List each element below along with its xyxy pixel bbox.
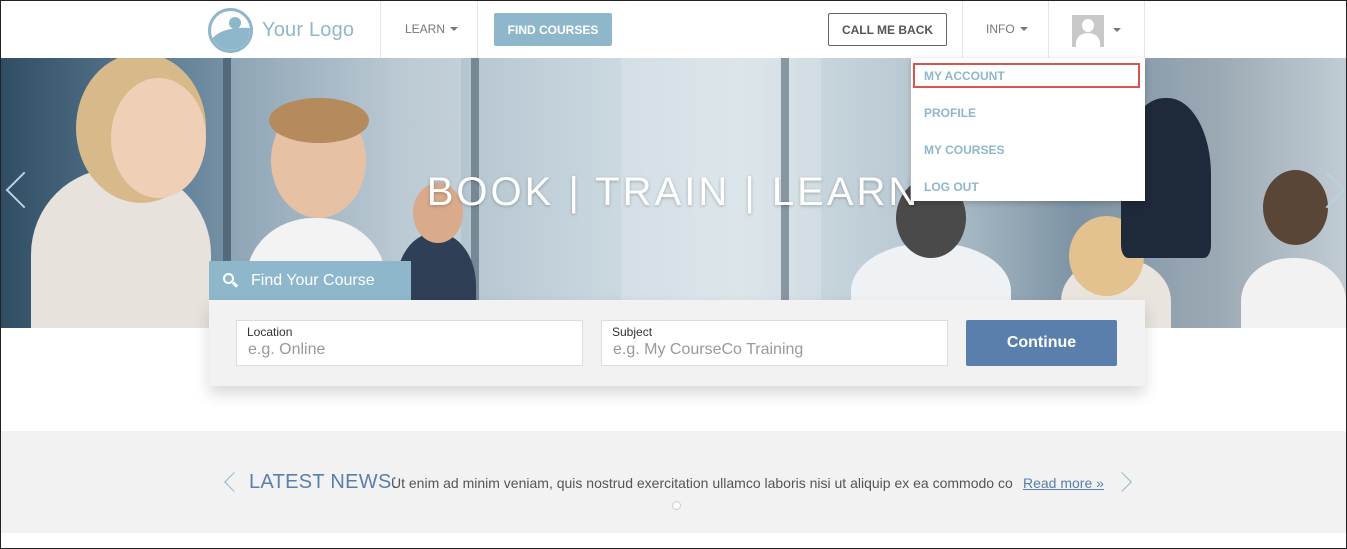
menu-item-log-out[interactable]: LOG OUT bbox=[924, 180, 979, 194]
avatar-icon bbox=[1072, 15, 1104, 47]
location-label: Location bbox=[247, 325, 293, 339]
logo-icon bbox=[208, 8, 253, 53]
find-courses-button[interactable]: FIND COURSES bbox=[494, 13, 612, 46]
chevron-left-icon[interactable] bbox=[224, 472, 244, 492]
latest-news-text: Ut enim ad minim veniam, quis nostrud ex… bbox=[391, 475, 1013, 491]
hero-person-hair bbox=[269, 98, 369, 143]
nav-learn-dropdown[interactable]: LEARN bbox=[405, 22, 459, 36]
nav-info-dropdown[interactable]: INFO bbox=[986, 22, 1028, 36]
menu-item-profile[interactable]: PROFILE bbox=[924, 106, 976, 120]
top-navbar: Your Logo LEARN FIND COURSES CALL ME BAC… bbox=[1, 1, 1346, 58]
find-course-tab-label: Find Your Course bbox=[251, 271, 375, 289]
call-me-back-button[interactable]: CALL ME BACK bbox=[828, 13, 947, 46]
location-placeholder: e.g. Online bbox=[248, 341, 326, 358]
chevron-down-icon bbox=[450, 26, 459, 31]
subject-placeholder: e.g. My CourseCo Training bbox=[613, 341, 804, 358]
find-course-tab: Find Your Course bbox=[209, 261, 411, 300]
subject-label: Subject bbox=[612, 325, 653, 339]
nav-divider bbox=[1144, 1, 1145, 58]
nav-divider bbox=[1048, 1, 1049, 58]
nav-divider bbox=[962, 1, 963, 58]
menu-item-my-courses[interactable]: MY COURSES bbox=[924, 143, 1004, 157]
logo[interactable]: Your Logo bbox=[208, 8, 354, 53]
latest-news-heading: LATEST NEWS: bbox=[249, 471, 398, 493]
hero-person bbox=[1241, 258, 1346, 328]
subject-field[interactable]: Subject e.g. My CourseCo Training bbox=[601, 320, 948, 366]
nav-info-label: INFO bbox=[986, 22, 1015, 36]
user-dropdown-menu: MY ACCOUNT PROFILE MY COURSES LOG OUT bbox=[911, 58, 1145, 201]
chevron-down-icon bbox=[1113, 28, 1121, 32]
chevron-down-icon bbox=[1019, 26, 1028, 31]
logo-text: Your Logo bbox=[262, 19, 355, 41]
course-search-panel: Location e.g. Online Subject e.g. My Cou… bbox=[209, 300, 1145, 386]
user-menu-toggle[interactable] bbox=[1072, 15, 1121, 47]
nav-divider bbox=[380, 1, 381, 58]
menu-item-my-account[interactable]: MY ACCOUNT bbox=[924, 69, 1005, 83]
nav-learn-label: LEARN bbox=[405, 22, 446, 36]
search-icon bbox=[223, 272, 239, 289]
latest-news-bar: LATEST NEWS: Ut enim ad minim veniam, qu… bbox=[1, 431, 1346, 533]
news-pager-dot[interactable] bbox=[672, 501, 681, 510]
chevron-right-icon[interactable] bbox=[1112, 472, 1132, 492]
nav-divider bbox=[477, 1, 478, 58]
location-field[interactable]: Location e.g. Online bbox=[236, 320, 583, 366]
continue-button[interactable]: Continue bbox=[966, 320, 1117, 366]
read-more-link[interactable]: Read more » bbox=[1023, 475, 1104, 491]
